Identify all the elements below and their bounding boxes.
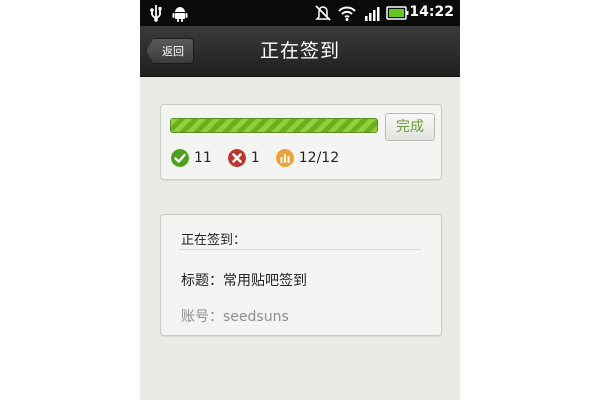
bar-chart-icon	[275, 149, 294, 167]
signal-icon	[365, 7, 380, 21]
divider	[179, 249, 421, 250]
usb-icon	[150, 5, 162, 22]
info-card: 正在签到： 标题：常用贴吧签到 账号：seedsuns	[160, 214, 442, 336]
progress-fill	[171, 119, 377, 132]
mute-icon	[315, 5, 331, 21]
success-count: 11	[194, 150, 212, 166]
progress-count: 12/12	[298, 150, 340, 166]
android-icon	[172, 7, 188, 22]
stats-row: 11 1 12/12	[171, 148, 355, 168]
status-bar: 14:22	[140, 0, 460, 26]
page-title: 正在签到	[259, 40, 340, 62]
check-icon	[171, 149, 189, 167]
done-button[interactable]: 完成	[385, 113, 435, 141]
fail-count: 1	[250, 150, 260, 166]
phone-screen: 14:22 返回 正在签到 完成 11 1 12/12 正在签到： 标题：常用贴…	[140, 0, 460, 400]
battery-icon	[386, 6, 409, 20]
total-stat: 12/12	[275, 149, 340, 167]
cross-icon	[227, 149, 246, 167]
clock: 14:22	[409, 4, 454, 20]
fail-stat: 1	[227, 149, 260, 167]
progress-card: 完成 11 1 12/12	[160, 104, 442, 180]
task-title: 标题：常用贴吧签到	[181, 273, 307, 289]
success-stat: 11	[171, 149, 212, 167]
title-bar: 返回 正在签到	[140, 26, 460, 77]
account-line: 账号：seedsuns	[181, 309, 289, 325]
info-header: 正在签到：	[181, 233, 247, 248]
progress-bar	[170, 118, 378, 133]
wifi-icon	[338, 6, 356, 21]
